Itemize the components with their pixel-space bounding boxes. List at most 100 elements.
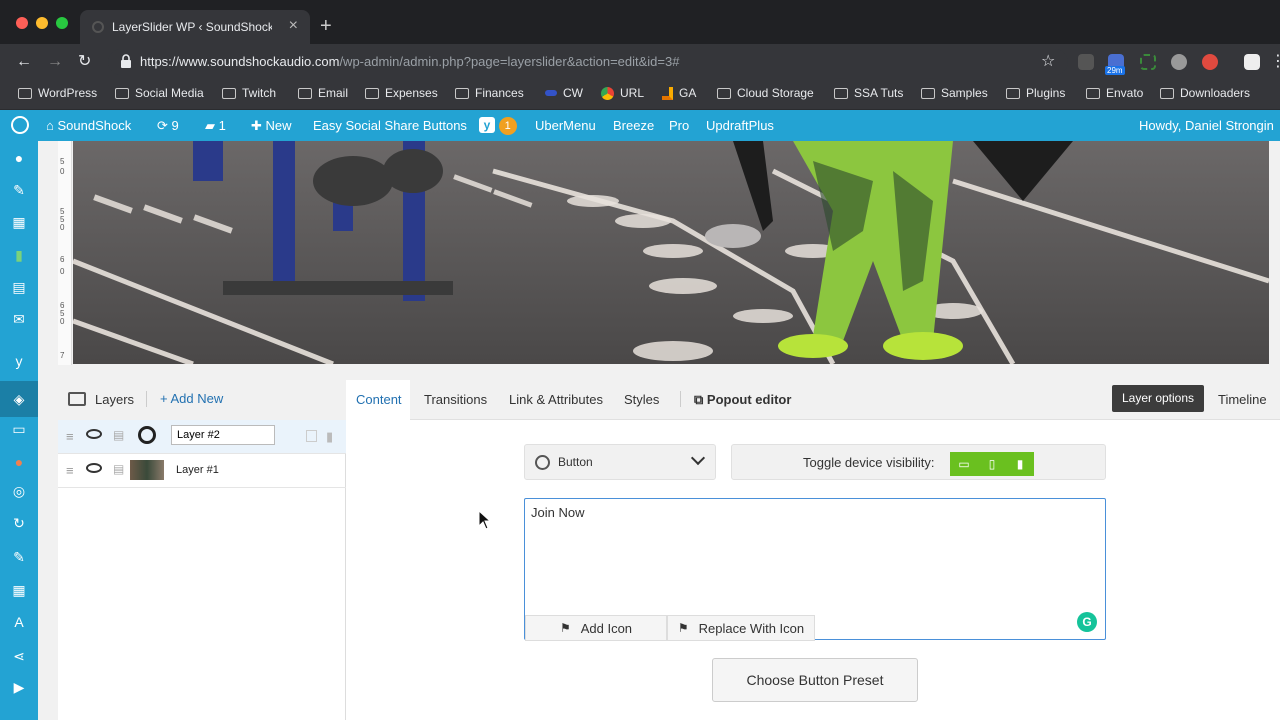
close-window-icon[interactable]	[16, 17, 28, 29]
folder-icon	[1006, 87, 1020, 99]
updates-link[interactable]: ⟳ 9	[157, 118, 179, 134]
updates-count: 9	[171, 118, 179, 133]
desktop-icon[interactable]: ▭	[950, 452, 978, 476]
bookmark-ssa-tuts[interactable]: SSA Tuts	[834, 86, 903, 100]
drag-handle-icon[interactable]: ≡	[66, 429, 74, 444]
button-layer-icon	[138, 426, 156, 444]
ruler-mark: 6	[60, 255, 65, 264]
database-icon[interactable]: ▮	[11, 247, 27, 263]
extension-circle-icon[interactable]	[1171, 54, 1187, 70]
tab-link-attributes[interactable]: Link & Attributes	[509, 392, 603, 407]
new-content-link[interactable]: ✚ New	[251, 118, 292, 134]
popout-editor-button[interactable]: ⧉ Popout editor	[694, 392, 791, 408]
tab-content[interactable]: Content	[356, 392, 402, 407]
add-new-layer-button[interactable]: + Add New	[160, 391, 223, 406]
box-icon[interactable]: ▭	[11, 421, 27, 437]
lifebuoy-icon[interactable]: ◎	[11, 483, 27, 499]
easy-social-share-link[interactable]: Easy Social Share Buttons	[313, 118, 467, 133]
updraftplus-link[interactable]: UpdraftPlus	[706, 118, 774, 133]
ubermenu-link[interactable]: UberMenu	[535, 118, 596, 133]
bookmark-cw[interactable]: CW	[545, 86, 583, 100]
folder-icon	[1160, 87, 1174, 99]
phone-icon[interactable]: ▮	[1006, 452, 1034, 476]
grid-icon[interactable]: ▦	[11, 214, 27, 230]
bookmark-wordpress[interactable]: WordPress	[18, 86, 97, 100]
play-icon[interactable]: ▶	[11, 679, 27, 695]
bookmark-downloaders[interactable]: Downloaders	[1160, 86, 1250, 100]
bookmark-envato[interactable]: Envato	[1086, 86, 1143, 100]
bookmark-cloud-storage[interactable]: Cloud Storage	[717, 86, 814, 100]
mail-icon[interactable]: ✉	[11, 311, 27, 327]
tab-transitions[interactable]: Transitions	[424, 392, 487, 407]
bookmark-social-media[interactable]: Social Media	[115, 86, 204, 100]
layer-type-select[interactable]: Button	[524, 444, 716, 480]
lock-icon[interactable]: ▤	[113, 462, 124, 476]
back-icon[interactable]: ←	[16, 53, 32, 71]
tools-icon[interactable]: ✎	[11, 182, 27, 198]
maximize-window-icon[interactable]	[56, 17, 68, 29]
layer-row[interactable]: ≡ ▤ Layer #1	[58, 454, 346, 488]
pro-link[interactable]: Pro	[669, 118, 689, 133]
site-home-link[interactable]: ⌂ SoundShock	[46, 118, 131, 133]
layerslider-icon[interactable]: ◈	[11, 391, 27, 407]
timeline-button[interactable]: Timeline	[1218, 392, 1267, 407]
bookmark-twitch[interactable]: Twitch	[222, 86, 276, 100]
menu-icon[interactable]: ⋮	[1270, 53, 1280, 71]
dot-icon[interactable]: ●	[11, 454, 27, 470]
new-tab-icon[interactable]: +	[320, 16, 332, 36]
circle-icon	[535, 455, 550, 470]
tablet-icon[interactable]: ▯	[978, 452, 1006, 476]
delete-layer-icon[interactable]: ▮	[326, 429, 333, 445]
extension-crop-icon[interactable]	[1140, 54, 1156, 70]
replace-with-icon-button[interactable]: ⚑ Replace With Icon	[667, 615, 815, 641]
slide-preview-image[interactable]	[73, 141, 1269, 364]
forward-icon[interactable]: →	[47, 53, 63, 71]
sync-icon[interactable]: ↻	[11, 515, 27, 531]
howdy-user-link[interactable]: Howdy, Daniel Strongin	[1139, 118, 1274, 133]
visibility-eye-icon[interactable]	[86, 429, 102, 439]
comments-link[interactable]: ▰ 1	[205, 118, 226, 134]
tab-close-icon[interactable]: ×	[289, 17, 298, 35]
minimize-window-icon[interactable]	[36, 17, 48, 29]
bookmark-url[interactable]: URL	[601, 86, 644, 100]
users-icon[interactable]: ●	[11, 150, 27, 166]
reload-icon[interactable]: ↻	[78, 53, 91, 71]
browser-tab[interactable]: LayerSlider WP ‹ SoundShock ×	[80, 10, 310, 44]
extension-pen-icon[interactable]	[1078, 54, 1094, 70]
wordpress-logo-icon[interactable]	[11, 116, 29, 134]
extension-shield-icon[interactable]	[1202, 54, 1218, 70]
font-icon[interactable]: A	[11, 614, 27, 630]
bookmark-finances[interactable]: Finances	[455, 86, 524, 100]
drag-handle-icon[interactable]: ≡	[66, 463, 74, 478]
bookmark-ga[interactable]: GA	[662, 86, 696, 100]
folder-icon	[1086, 87, 1100, 99]
wrench-icon[interactable]: ✎	[11, 549, 27, 565]
yoast-sidebar-icon[interactable]: y	[11, 353, 27, 369]
folder-icon	[834, 87, 848, 99]
duplicate-layer-icon[interactable]	[306, 430, 317, 442]
bookmark-expenses[interactable]: Expenses	[365, 86, 438, 100]
address-bar[interactable]: https://www.soundshockaudio.com/wp-admin…	[108, 49, 1068, 75]
ruler-mark: 0	[60, 267, 65, 276]
bookmark-star-icon[interactable]: ☆	[1041, 53, 1055, 71]
layer-options-button[interactable]: Layer options	[1112, 385, 1204, 412]
breeze-link[interactable]: Breeze	[613, 118, 654, 133]
tab-styles[interactable]: Styles	[624, 392, 659, 407]
apps-icon[interactable]: ▦	[11, 582, 27, 598]
yoast-link[interactable]: y 1	[479, 117, 517, 135]
layer-type-value: Button	[558, 455, 593, 469]
bookmark-email[interactable]: Email	[298, 86, 348, 100]
layer-name[interactable]: Layer #1	[176, 464, 219, 476]
share-icon[interactable]: ⋖	[11, 648, 27, 664]
add-icon-button[interactable]: ⚑ Add Icon	[525, 615, 667, 641]
layer-row[interactable]: ≡ ▤ ▮	[58, 420, 346, 454]
layer-name-input[interactable]	[171, 425, 275, 445]
extension-layers-icon[interactable]	[1244, 54, 1260, 70]
choose-button-preset-button[interactable]: Choose Button Preset	[712, 658, 918, 702]
lock-icon[interactable]: ▤	[113, 428, 124, 442]
table-icon[interactable]: ▤	[11, 279, 27, 295]
grammarly-icon[interactable]: G	[1077, 612, 1097, 632]
bookmark-plugins[interactable]: Plugins	[1006, 86, 1065, 100]
bookmark-samples[interactable]: Samples	[921, 86, 988, 100]
visibility-eye-icon[interactable]	[86, 463, 102, 473]
